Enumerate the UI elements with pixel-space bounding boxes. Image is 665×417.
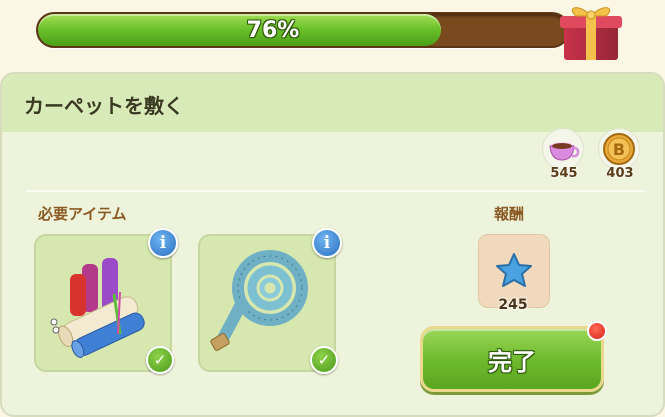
required-item-measuring-tape[interactable]: i ✓ bbox=[198, 228, 342, 374]
svg-text:B: B bbox=[613, 140, 625, 159]
checkmark-icon: ✓ bbox=[146, 346, 174, 374]
checkmark-icon: ✓ bbox=[310, 346, 338, 374]
star-icon bbox=[496, 253, 532, 287]
info-icon[interactable]: i bbox=[148, 228, 178, 258]
progress-bar: 76% bbox=[36, 12, 570, 48]
coin-amount: 403 bbox=[606, 166, 634, 181]
required-item-fabric[interactable]: i ✓ bbox=[34, 228, 178, 374]
coin-currency: B 403 bbox=[598, 128, 642, 188]
divider bbox=[26, 190, 645, 192]
coin-icon: B bbox=[603, 133, 635, 165]
task-title: カーペットを敷く bbox=[24, 94, 184, 118]
progress-label: 76% bbox=[246, 17, 300, 43]
complete-button[interactable]: 完了 bbox=[420, 326, 604, 392]
teacup-amount: 545 bbox=[550, 166, 578, 181]
teacup-icon bbox=[549, 142, 580, 161]
teacup-currency: 545 bbox=[542, 128, 586, 188]
reward-label: 報酬 bbox=[494, 205, 525, 223]
info-icon[interactable]: i bbox=[312, 228, 342, 258]
fabric-rolls-icon bbox=[50, 258, 145, 358]
notification-badge bbox=[587, 321, 607, 341]
reward-value: 245 bbox=[498, 297, 528, 313]
gift-box-icon[interactable] bbox=[556, 0, 626, 62]
required-items-label: 必要アイテム bbox=[38, 205, 127, 223]
panel-header: カーペットを敷く bbox=[2, 74, 663, 132]
measuring-tape-icon bbox=[210, 250, 308, 351]
